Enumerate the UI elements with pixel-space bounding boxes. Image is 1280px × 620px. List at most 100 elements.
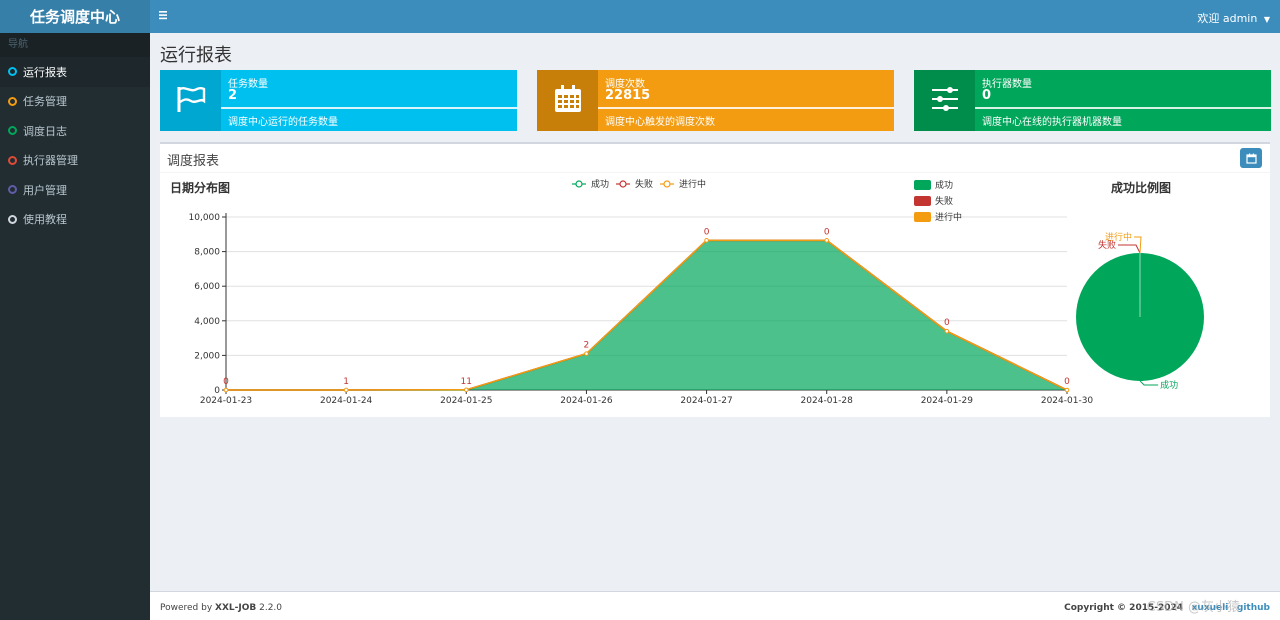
y-tick-label: 10,000 (189, 213, 221, 223)
page-title: 运行报表 (160, 45, 232, 66)
circle-icon (8, 67, 17, 77)
infobox-0: 任务数量 2 调度中心运行的任务数量 (160, 70, 517, 131)
footer-powered-text: Powered by (160, 603, 216, 613)
y-tick-label: 6,000 (194, 282, 220, 292)
pie-leader-line (1139, 380, 1159, 386)
y-tick-label: 8,000 (194, 248, 220, 258)
watermark: CSDN @灰小猿 (1146, 600, 1240, 615)
infobox-description: 调度中心运行的任务数量 (228, 117, 338, 128)
nav-header: 导航 (0, 33, 150, 57)
x-tick-label: 2024-01-29 (921, 396, 974, 406)
top-navbar: 欢迎 admin ▼ (150, 0, 1280, 33)
circle-icon (8, 126, 17, 136)
series-area-success (226, 240, 1067, 390)
infobox-icon-wrap (914, 70, 975, 131)
legend-label: 成功 (591, 178, 609, 190)
caret-down-icon: ▼ (1263, 15, 1270, 24)
legend-circle-marker (663, 180, 671, 188)
legend-label: 失败 (635, 178, 653, 190)
x-tick-label: 2024-01-26 (560, 396, 613, 406)
panel-title: 调度报表 (167, 154, 220, 169)
infobox-icon-wrap (160, 70, 221, 131)
menu-icon (159, 11, 167, 20)
legend-label: 成功 (935, 179, 953, 191)
infobox-body: 任务数量 2 调度中心运行的任务数量 (221, 70, 517, 131)
sidebar-item-label: 任务管理 (23, 95, 67, 109)
x-tick-label: 2024-01-25 (440, 396, 492, 406)
y-tick-label: 4,000 (194, 317, 220, 327)
flag-icon (175, 84, 207, 117)
legend-label: 进行中 (935, 211, 962, 223)
footer-powered: Powered by XXL-JOB 2.2.0 (160, 603, 282, 613)
footer-product: XXL-JOB (215, 603, 257, 613)
app-logo[interactable]: 任务调度中心 (0, 0, 150, 33)
line-chart: 02,0004,0006,0008,00010,0002024-01-23 202… (189, 178, 1094, 406)
infobox-body: 调度次数 22815 调度中心触发的调度次数 (598, 70, 894, 131)
data-point (223, 387, 229, 393)
sidebar-item-label: 用户管理 (23, 183, 67, 197)
nav-list: 运行报表任务管理调度日志执行器管理用户管理使用教程 (0, 57, 150, 234)
pie-chart-title: 成功比例图 (1111, 181, 1172, 195)
infobox-number: 2 (228, 88, 238, 103)
infobox-description: 调度中心在线的执行器机器数量 (982, 117, 1122, 128)
sidebar-item-2[interactable]: 调度日志 (0, 116, 150, 146)
sidebar-toggle-button[interactable] (158, 8, 174, 24)
user-label: 欢迎 admin (1197, 12, 1258, 25)
data-point (343, 387, 349, 393)
legend-label: 进行中 (679, 178, 706, 190)
infobox-icon-wrap (537, 70, 598, 131)
circle-icon (8, 155, 17, 165)
sidebar-item-0[interactable]: 运行报表 (0, 57, 150, 87)
x-tick-label: 2024-01-27 (680, 396, 732, 406)
legend-swatch (914, 196, 931, 206)
pie-leader-line (1118, 244, 1141, 254)
data-point (584, 351, 589, 356)
data-label: 1 (343, 377, 349, 387)
data-label: 0 (704, 227, 710, 237)
x-tick-label: 2024-01-23 (200, 396, 252, 406)
infobox-progress (975, 107, 1271, 109)
sidebar-item-5[interactable]: 使用教程 (0, 205, 150, 235)
data-label: 0 (824, 227, 830, 237)
circle-icon (8, 214, 17, 224)
y-tick-label: 2,000 (194, 351, 220, 361)
x-tick-label: 2024-01-28 (801, 396, 854, 406)
infobox-number: 0 (982, 88, 992, 103)
infobox-progress (598, 107, 894, 109)
user-menu[interactable]: 欢迎 admin ▼ (1197, 10, 1270, 26)
sidebar-item-label: 调度日志 (23, 124, 67, 138)
sidebar-item-1[interactable]: 任务管理 (0, 87, 150, 117)
legend-circle-marker (619, 180, 627, 188)
data-label: 2 (584, 341, 590, 351)
infobox-number: 22815 (605, 88, 651, 103)
infobox-body: 执行器数量 0 调度中心在线的执行器机器数量 (975, 70, 1271, 131)
x-tick-label: 2024-01-24 (320, 396, 373, 406)
sidebar-item-label: 运行报表 (23, 65, 67, 79)
sidebar: 任务调度中心 导航 运行报表任务管理调度日志执行器管理用户管理使用教程 (0, 0, 150, 620)
footer-version: 2.2.0 (256, 603, 283, 613)
sidebar-item-3[interactable]: 执行器管理 (0, 146, 150, 176)
infobox-progress (221, 107, 517, 109)
sliders-icon (930, 86, 960, 115)
data-label: 11 (461, 377, 472, 387)
github-link[interactable]: github (1237, 603, 1270, 613)
infobox-description: 调度中心触发的调度次数 (605, 117, 715, 128)
calendar-icon (553, 84, 583, 117)
data-point (704, 238, 709, 243)
circle-icon (8, 185, 17, 195)
pie-label: 成功 (1160, 379, 1178, 391)
circle-icon (8, 96, 17, 106)
y-tick-label: 0 (214, 386, 220, 396)
legend-label: 失败 (935, 195, 953, 207)
sidebar-item-4[interactable]: 用户管理 (0, 175, 150, 205)
sidebar-item-label: 使用教程 (23, 213, 67, 227)
infobox-1: 调度次数 22815 调度中心触发的调度次数 (537, 70, 894, 131)
date-filter-button[interactable] (1240, 148, 1262, 168)
legend-circle-marker (575, 180, 583, 188)
legend-swatch (914, 212, 931, 222)
data-point (463, 387, 469, 393)
legend-swatch (914, 180, 931, 190)
footer: Powered by XXL-JOB 2.2.0 Copyright © 201… (150, 591, 1280, 620)
app-title: 任务调度中心 (29, 8, 120, 26)
data-label: 0 (223, 377, 229, 387)
